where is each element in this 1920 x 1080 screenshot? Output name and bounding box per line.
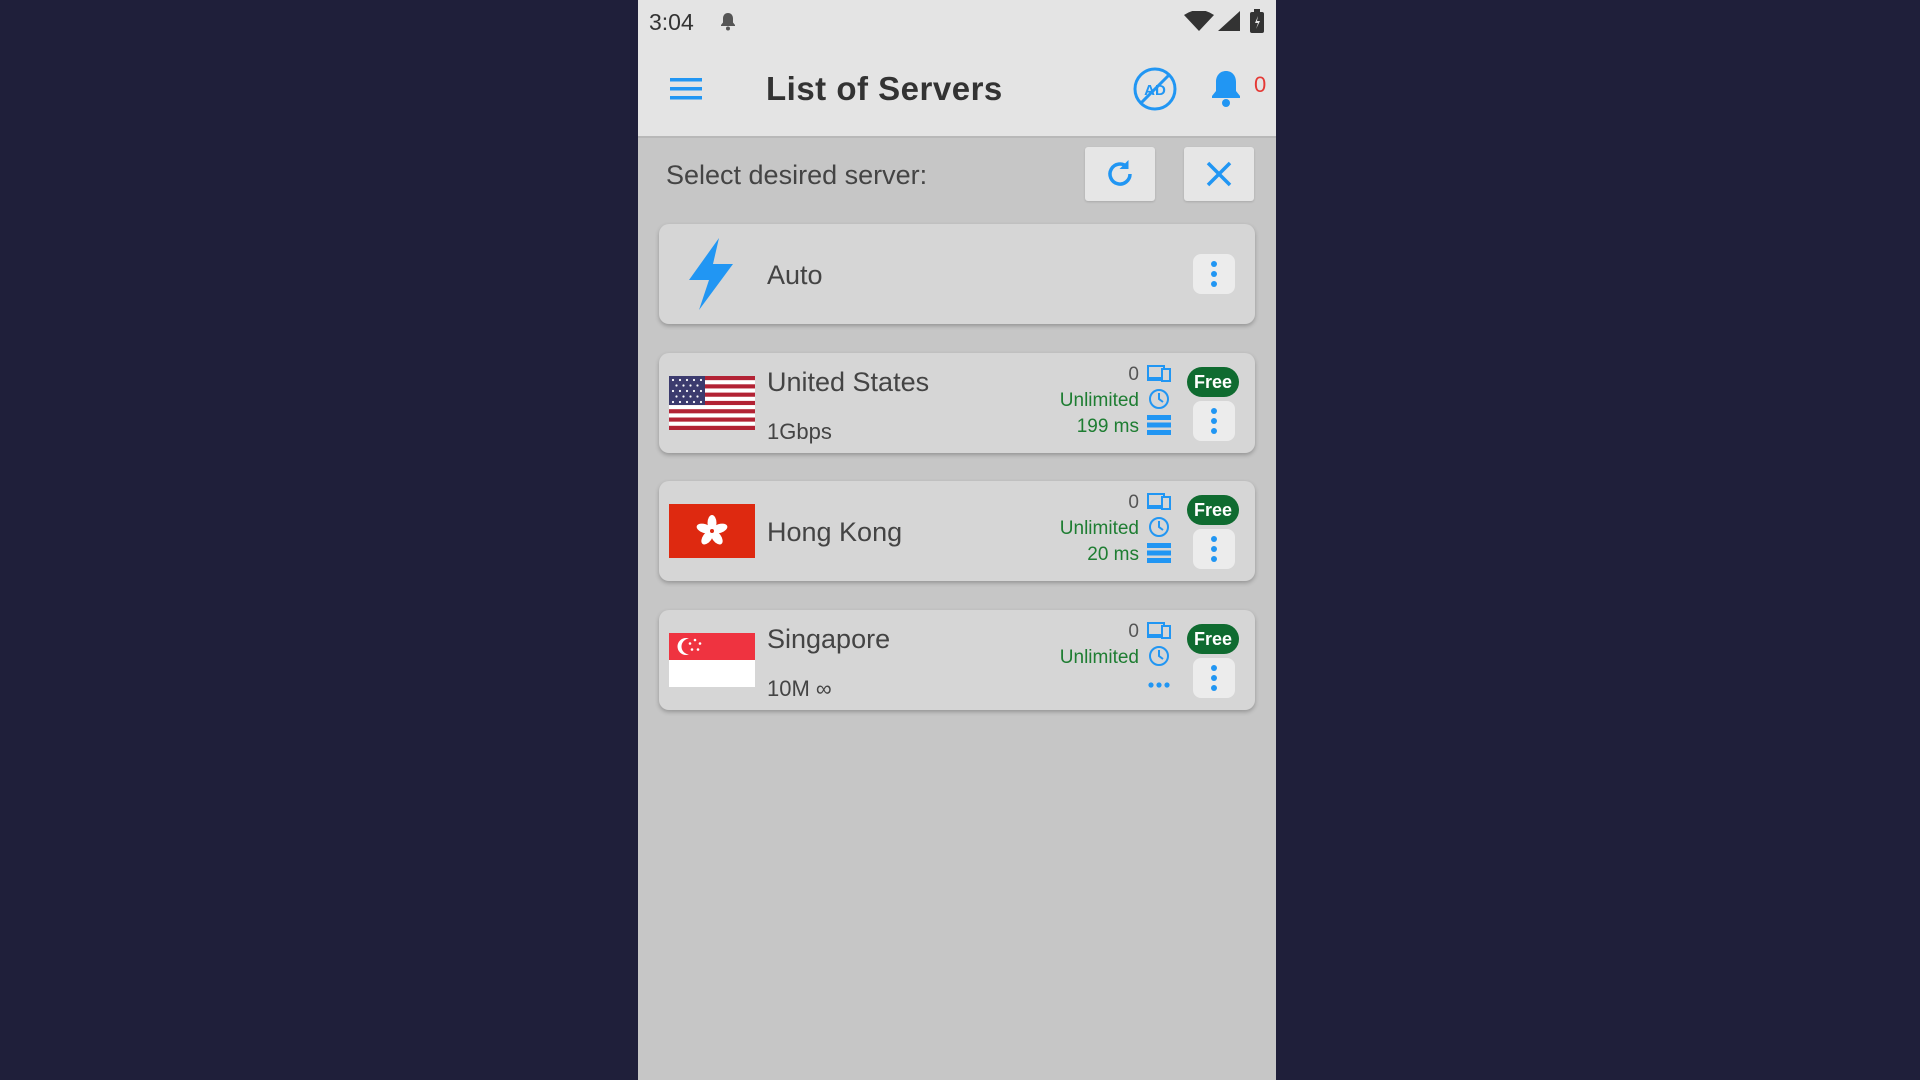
ellipsis-icon	[1147, 671, 1171, 698]
stat-time: Unlimited	[1060, 388, 1171, 414]
clock-icon	[1147, 516, 1171, 543]
notification-count: 0	[1254, 72, 1267, 97]
devices-icon	[1147, 492, 1171, 515]
time-limit: Unlimited	[1059, 647, 1139, 668]
latency: 20 ms	[1087, 544, 1139, 565]
server-icon	[1147, 542, 1171, 569]
time-limit: Unlimited	[1059, 518, 1139, 539]
kebab-menu-icon[interactable]	[1193, 254, 1235, 294]
stat-time: Unlimited	[1060, 516, 1171, 542]
users-count: 0	[1128, 364, 1139, 385]
app-bar: List of Servers AD 0	[638, 42, 1276, 138]
kebab-menu-icon[interactable]	[1193, 658, 1235, 698]
sg-flag-icon	[669, 633, 755, 687]
server-icon	[1147, 414, 1171, 441]
auto-server-label: Auto	[767, 260, 823, 290]
signal-icon	[1218, 11, 1240, 36]
lightning-bolt-icon	[683, 236, 739, 317]
devices-icon	[1147, 364, 1171, 387]
devices-icon	[1147, 621, 1171, 644]
battery-icon	[1250, 9, 1264, 38]
free-badge: Free	[1187, 624, 1239, 654]
wifi-icon	[1184, 10, 1214, 36]
notification-bell-icon[interactable]	[1208, 68, 1244, 108]
stat-users: 0	[1128, 362, 1171, 388]
phone-screen: 3:04 List of Servers AD 0 Select desired…	[638, 0, 1276, 1080]
refresh-button[interactable]	[1085, 147, 1155, 201]
users-count: 0	[1128, 621, 1139, 642]
select-server-label: Select desired server:	[666, 160, 928, 190]
free-badge: Free	[1187, 367, 1239, 397]
stat-users: 0	[1128, 490, 1171, 516]
status-bar: 3:04	[638, 0, 1276, 42]
clock-icon	[1147, 645, 1171, 672]
server-card-hong-kong[interactable]: Hong Kong 0 Unlimited 20 ms Free	[659, 481, 1255, 581]
server-card-united-states[interactable]: United States 1Gbps 0 Unlimited 199 ms F…	[659, 353, 1255, 453]
kebab-menu-icon[interactable]	[1193, 529, 1235, 569]
close-button[interactable]	[1184, 147, 1254, 201]
close-icon	[1206, 161, 1232, 187]
stat-users: 0	[1128, 619, 1171, 645]
stat-time: Unlimited	[1060, 645, 1171, 671]
free-badge: Free	[1187, 495, 1239, 525]
stat-latency	[1147, 671, 1171, 697]
server-speed: 1Gbps	[767, 419, 832, 444]
us-flag-icon	[669, 376, 755, 430]
server-speed: 10M ∞	[767, 676, 832, 701]
stat-latency: 199 ms	[1077, 414, 1171, 440]
stat-latency: 20 ms	[1087, 542, 1171, 568]
time-limit: Unlimited	[1059, 390, 1139, 411]
server-name: Singapore	[767, 624, 891, 654]
server-name: United States	[767, 367, 930, 397]
server-name: Hong Kong	[767, 517, 903, 547]
server-card-singapore[interactable]: Singapore 10M ∞ 0 Unlimited Free	[659, 610, 1255, 710]
no-ads-icon[interactable]: AD	[1132, 66, 1178, 112]
users-count: 0	[1128, 492, 1139, 513]
kebab-menu-icon[interactable]	[1193, 401, 1235, 441]
auto-server-card[interactable]: Auto	[659, 224, 1255, 324]
bell-icon	[718, 11, 738, 36]
status-time: 3:04	[649, 9, 694, 35]
page-title: List of Servers	[766, 70, 1003, 107]
hamburger-menu-icon[interactable]	[668, 72, 704, 106]
latency: 199 ms	[1076, 416, 1139, 437]
refresh-icon	[1108, 160, 1132, 186]
clock-icon	[1147, 388, 1171, 415]
hk-flag-icon	[669, 504, 755, 558]
